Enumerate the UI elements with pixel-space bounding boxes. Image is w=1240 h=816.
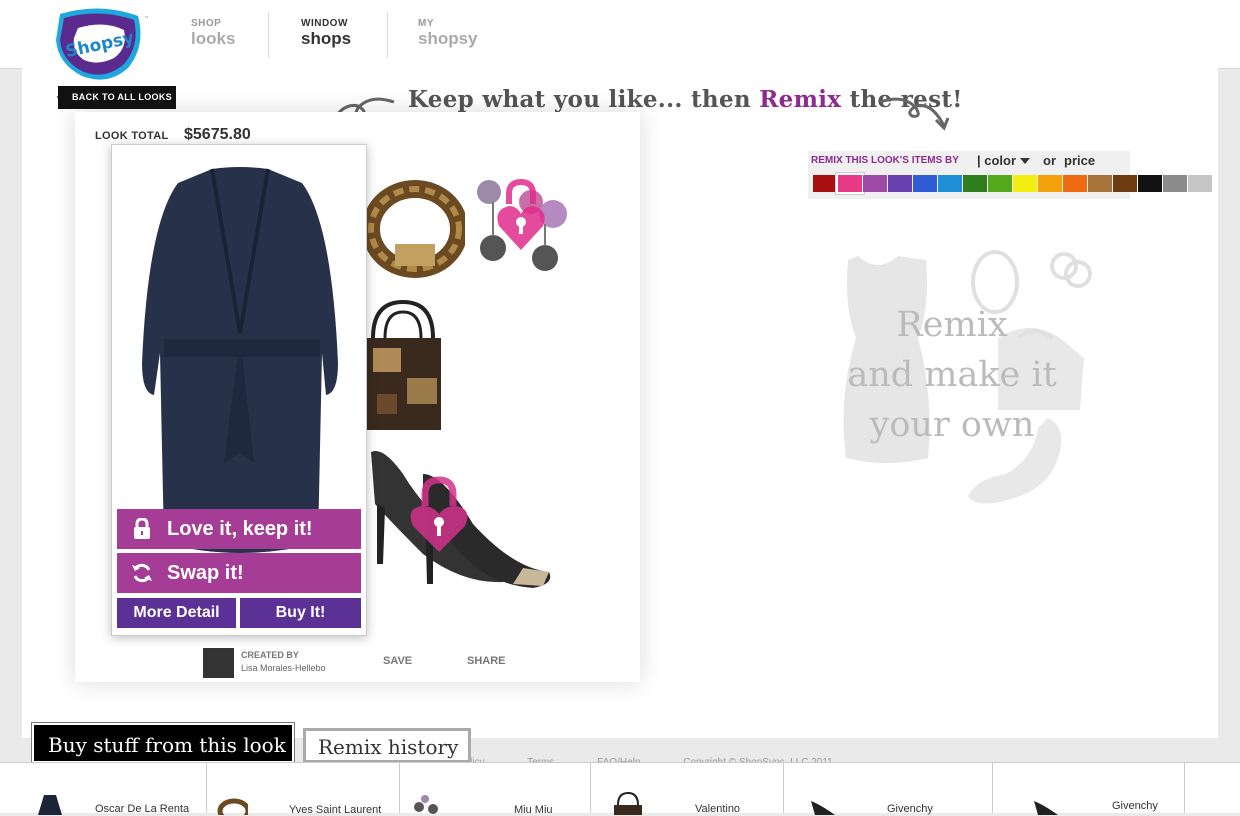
color-swatch[interactable] bbox=[1038, 175, 1062, 192]
color-swatch[interactable] bbox=[938, 175, 962, 192]
earrings-thumbnail bbox=[414, 795, 438, 814]
color-swatch[interactable] bbox=[1113, 175, 1137, 192]
handbag-thumbnail bbox=[614, 791, 642, 815]
dress-thumbnail bbox=[38, 795, 62, 815]
love-it-keep-it-button[interactable]: Love it, keep it! bbox=[117, 509, 361, 549]
nav-window-shops[interactable]: WINDOW shops bbox=[301, 18, 351, 58]
top-navigation-bar: SHOP looks WINDOW shops MY shopsy bbox=[0, 0, 1240, 69]
strip-item[interactable]: Miu Miu bbox=[399, 763, 591, 816]
nav-my-shopsy[interactable]: MY shopsy bbox=[418, 18, 478, 58]
color-swatch[interactable] bbox=[1013, 175, 1037, 192]
refresh-icon bbox=[132, 563, 152, 583]
remix-hint-line: Remix bbox=[896, 305, 1008, 345]
svg-text:™: ™ bbox=[144, 15, 148, 22]
shopsy-logo[interactable]: Shopsy ™ bbox=[52, 6, 150, 82]
tab-buy-label: Buy stuff from this look bbox=[48, 733, 286, 757]
color-option-label: | color bbox=[977, 153, 1017, 168]
nav-divider bbox=[268, 12, 269, 58]
remix-hint-line: your own bbox=[869, 405, 1035, 445]
strip-brand: Oscar De La Renta bbox=[95, 803, 190, 815]
strip-brand: Givenchy bbox=[887, 803, 933, 815]
swap-label: Swap it! bbox=[167, 561, 244, 584]
color-swatch[interactable] bbox=[813, 175, 837, 192]
creator-avatar[interactable] bbox=[203, 648, 234, 678]
look-total-value: $5675.80 bbox=[184, 126, 251, 143]
nav-divider bbox=[387, 12, 388, 58]
shoe-thumbnail bbox=[811, 801, 835, 815]
swap-it-button[interactable]: Swap it! bbox=[117, 553, 361, 593]
color-swatch[interactable] bbox=[1138, 175, 1162, 192]
tab-buy-stuff[interactable]: Buy stuff from this look bbox=[31, 722, 295, 791]
remix-hint-text: Remix and make it your own bbox=[842, 300, 1062, 450]
strip-item[interactable]: Givenchy bbox=[783, 763, 993, 815]
creator-name[interactable]: Lisa Morales-Hellebo bbox=[241, 663, 326, 673]
buy-it-button[interactable]: Buy It! bbox=[240, 598, 361, 628]
color-swatch[interactable] bbox=[863, 175, 887, 192]
love-label: Love it, keep it! bbox=[167, 517, 313, 540]
lock-heart-icon[interactable] bbox=[495, 176, 547, 254]
back-to-all-looks-button[interactable]: BACK TO ALL LOOKS bbox=[57, 86, 176, 109]
save-link[interactable]: SAVE bbox=[383, 655, 412, 667]
remix-by-color-dropdown[interactable]: | color bbox=[977, 153, 1030, 168]
strip-item[interactable]: Oscar De La Renta bbox=[24, 763, 207, 815]
remix-or-text: or bbox=[1043, 153, 1056, 168]
color-swatch[interactable] bbox=[836, 173, 864, 194]
remix-by-price-option[interactable]: price bbox=[1064, 153, 1095, 168]
created-by-label: CREATED BY bbox=[241, 650, 299, 660]
look-total-label: LOOK TOTAL bbox=[95, 130, 169, 142]
color-swatch[interactable] bbox=[1063, 175, 1087, 192]
color-swatch[interactable] bbox=[963, 175, 987, 192]
bracelet-thumbnail bbox=[217, 798, 248, 815]
tab-remix-history[interactable]: Remix history bbox=[303, 728, 471, 785]
tagline-remix: Remix bbox=[759, 86, 842, 113]
strip-item[interactable]: Givenchy bbox=[992, 763, 1185, 815]
curved-arrow-right-icon bbox=[879, 97, 950, 131]
strip-brand: Yves Saint Laurent bbox=[289, 804, 382, 816]
strip-item[interactable]: Yves Saint Laurent bbox=[206, 763, 400, 816]
share-link[interactable]: SHARE bbox=[467, 655, 506, 667]
color-swatches bbox=[813, 173, 1213, 194]
color-swatch[interactable] bbox=[1163, 175, 1187, 192]
nav-big-label: looks bbox=[191, 29, 236, 48]
tagline-part1: Keep what you like... then bbox=[408, 86, 760, 113]
handbag-image[interactable] bbox=[363, 298, 443, 438]
color-swatch[interactable] bbox=[1188, 175, 1212, 192]
bracelet-image[interactable] bbox=[365, 174, 465, 284]
product-strip: Oscar De La Renta Yves Saint Laurent Miu… bbox=[0, 762, 1240, 816]
shoe-thumbnail bbox=[1034, 801, 1058, 815]
chevron-down-icon bbox=[1019, 158, 1030, 164]
strip-brand: Valentino bbox=[695, 803, 741, 815]
color-swatch[interactable] bbox=[913, 175, 937, 192]
more-detail-button[interactable]: More Detail bbox=[117, 598, 236, 628]
logo-icon: Shopsy ™ bbox=[56, 8, 150, 80]
lock-icon bbox=[134, 518, 150, 539]
remix-filter-label: REMIX THIS LOOK'S ITEMS BY bbox=[811, 155, 959, 166]
nav-big-label: shops bbox=[301, 29, 352, 48]
nav-big-label: shopsy bbox=[418, 29, 478, 48]
strip-brand: Miu Miu bbox=[514, 804, 553, 816]
strip-brand: Givenchy bbox=[1112, 800, 1158, 812]
strip-item[interactable]: Valentino bbox=[590, 763, 784, 815]
remix-hint-line: and make it bbox=[847, 355, 1057, 395]
lock-heart-icon[interactable] bbox=[407, 474, 471, 554]
color-swatch[interactable] bbox=[888, 175, 912, 192]
tab-history-label: Remix history bbox=[318, 735, 459, 759]
nav-shop-looks[interactable]: SHOP looks bbox=[191, 18, 235, 58]
color-swatch[interactable] bbox=[988, 175, 1012, 192]
color-swatch[interactable] bbox=[1088, 175, 1112, 192]
